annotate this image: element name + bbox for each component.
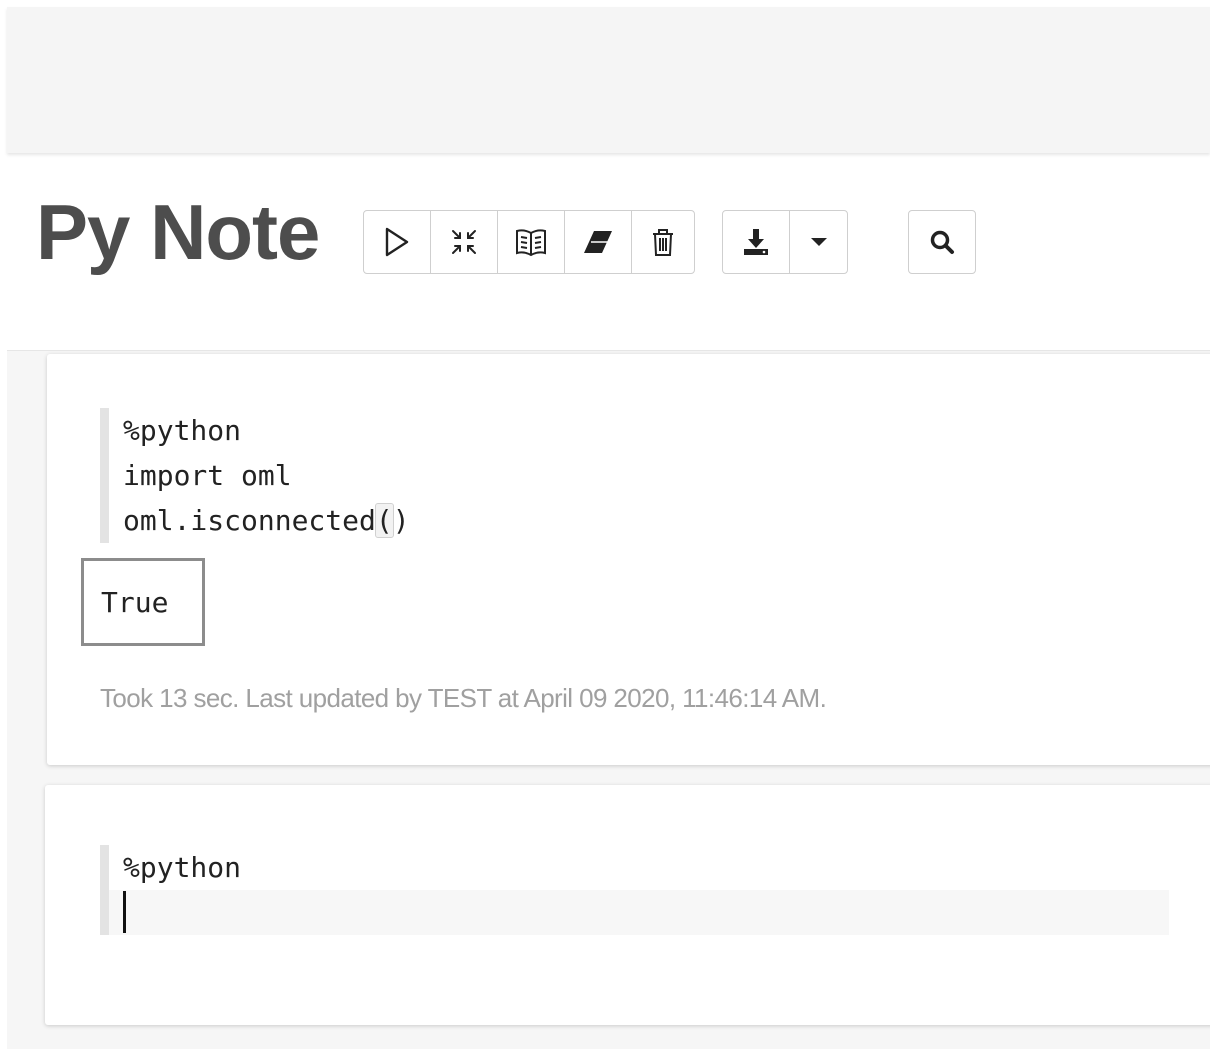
- book-icon: [516, 229, 546, 257]
- code-line: %python: [123, 851, 242, 884]
- output-result: True: [81, 558, 205, 646]
- search-button[interactable]: [909, 211, 975, 273]
- export-group: [722, 210, 848, 274]
- compress-arrows-icon: [452, 230, 476, 254]
- show-output-button[interactable]: [498, 211, 565, 273]
- delete-button[interactable]: [632, 211, 694, 273]
- active-code-line[interactable]: [109, 890, 1169, 935]
- code-editor[interactable]: %python: [100, 845, 1169, 935]
- export-dropdown-button[interactable]: [790, 211, 847, 273]
- code-line: import oml: [123, 459, 292, 492]
- text-cursor: [123, 891, 126, 933]
- run-all-button[interactable]: [364, 211, 431, 273]
- download-icon: [744, 229, 768, 255]
- eraser-icon: [584, 231, 612, 253]
- top-navbar: [7, 7, 1210, 153]
- code-text: oml.isconnected: [123, 504, 376, 537]
- page-title: Py Note: [36, 188, 320, 276]
- clear-output-button[interactable]: [565, 211, 632, 273]
- code-editor[interactable]: %python import oml oml.isconnected(): [100, 408, 1159, 543]
- play-icon: [385, 227, 409, 257]
- code-line: oml.isconnected(): [109, 498, 1159, 543]
- matched-bracket: (: [374, 503, 394, 538]
- paragraph-2[interactable]: %python: [45, 785, 1210, 1025]
- caret-down-icon: [810, 238, 827, 246]
- export-button[interactable]: [723, 211, 790, 273]
- paragraph-status: Took 13 sec. Last updated by TEST at Apr…: [100, 683, 827, 713]
- code-text: ): [392, 504, 410, 537]
- paragraph-1[interactable]: %python import oml oml.isconnected() Tru…: [47, 354, 1210, 765]
- search-group: [908, 210, 976, 274]
- toggle-code-button[interactable]: [431, 211, 498, 273]
- code-line: %python: [123, 414, 242, 447]
- notebook-actions-group: [363, 210, 695, 274]
- search-icon: [930, 230, 954, 254]
- trash-icon: [653, 229, 673, 256]
